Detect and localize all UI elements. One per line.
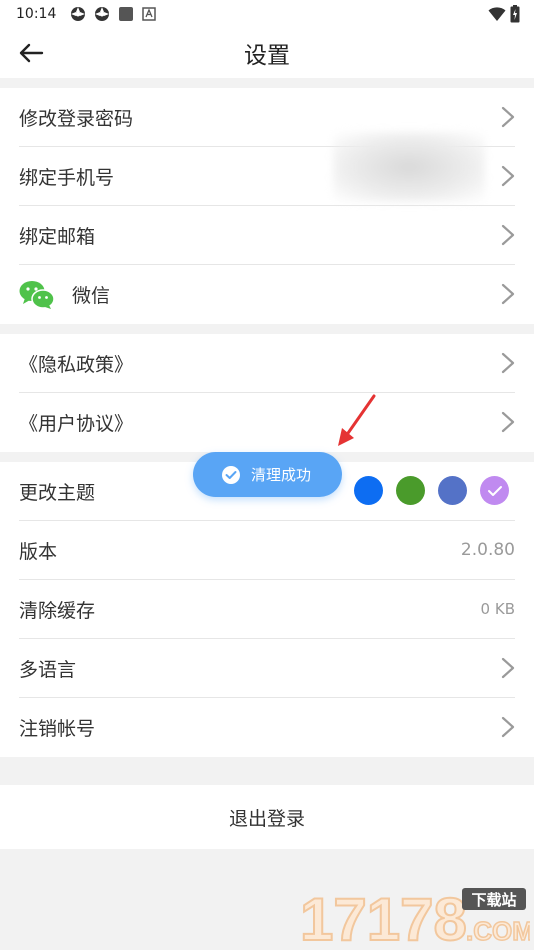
account-section: 修改登录密码 绑定手机号 绑定邮箱 微信	[0, 88, 534, 324]
back-arrow-icon[interactable]	[18, 40, 44, 66]
chevron-right-icon	[501, 352, 515, 374]
item-label: 《用户协议》	[19, 413, 134, 435]
item-label: 《隐私政策》	[19, 353, 134, 376]
bind-email-item[interactable]: 绑定邮箱	[19, 206, 515, 265]
privacy-blur-mask	[333, 132, 485, 202]
logout-label: 退出登录	[228, 807, 305, 830]
wifi-icon	[488, 7, 506, 21]
toast-text: 清理成功	[251, 466, 312, 484]
theme-color-option[interactable]	[396, 476, 425, 505]
watermark-domain: .COM	[466, 916, 530, 946]
chevron-right-icon	[501, 657, 515, 679]
legal-section: 《隐私政策》 《用户协议》	[0, 334, 534, 452]
privacy-policy-item[interactable]: 《隐私政策》	[19, 334, 515, 393]
page-title: 设置	[244, 43, 290, 69]
settings-section: 更改主题 版本 2.0.80 清除缓存 0 KB 多语言 注销帐号	[0, 462, 534, 757]
watermark-sub: 下载站	[471, 891, 516, 909]
square-icon	[119, 7, 134, 21]
chevron-right-icon	[501, 411, 515, 433]
theme-color-picker	[341, 476, 509, 505]
chevron-right-icon	[501, 165, 515, 187]
deactivate-account-item[interactable]: 注销帐号	[19, 698, 515, 757]
version-value: 2.0.80	[460, 540, 515, 560]
watermark-brand: 17178	[300, 886, 467, 946]
check-icon	[487, 485, 502, 496]
item-label: 注销帐号	[19, 718, 96, 740]
chevron-right-icon	[501, 716, 515, 738]
item-label: 版本	[19, 540, 58, 563]
annotation-arrow-icon	[338, 394, 376, 446]
item-label: 清除缓存	[19, 599, 96, 622]
sync-icon	[71, 7, 86, 21]
version-item: 版本 2.0.80	[19, 521, 515, 580]
status-time: 10:14	[16, 6, 57, 22]
clear-cache-item[interactable]: 清除缓存 0 KB	[19, 580, 515, 639]
success-toast: 清理成功	[193, 452, 342, 497]
sync-icon	[95, 7, 110, 21]
item-label: 微信	[72, 285, 111, 307]
theme-color-option[interactable]	[354, 476, 383, 505]
theme-color-option-selected[interactable]	[480, 476, 509, 505]
chevron-right-icon	[501, 224, 515, 246]
check-circle-icon	[222, 465, 240, 484]
item-label: 多语言	[19, 658, 77, 681]
theme-color-option[interactable]	[438, 476, 467, 505]
section-gap	[0, 324, 534, 334]
item-label: 绑定邮箱	[19, 225, 96, 248]
a-notification-icon	[142, 7, 157, 21]
wechat-icon	[19, 280, 55, 309]
language-item[interactable]: 多语言	[19, 639, 515, 698]
section-gap	[0, 78, 534, 88]
user-agreement-item[interactable]: 《用户协议》	[19, 393, 515, 452]
chevron-right-icon	[501, 283, 515, 305]
item-label: 更改主题	[19, 481, 96, 504]
nav-bar: 设置	[0, 28, 534, 78]
cache-size-value: 0 KB	[480, 600, 515, 618]
wechat-item[interactable]: 微信	[19, 265, 515, 324]
chevron-right-icon	[501, 106, 515, 128]
logout-button[interactable]: 退出登录	[0, 785, 534, 849]
item-label: 修改登录密码	[19, 107, 134, 130]
battery-icon	[510, 5, 520, 23]
status-bar: 10:14	[0, 0, 534, 28]
item-label: 绑定手机号	[19, 166, 115, 189]
watermark-logo: 17178 下载站 .COM	[300, 885, 530, 946]
